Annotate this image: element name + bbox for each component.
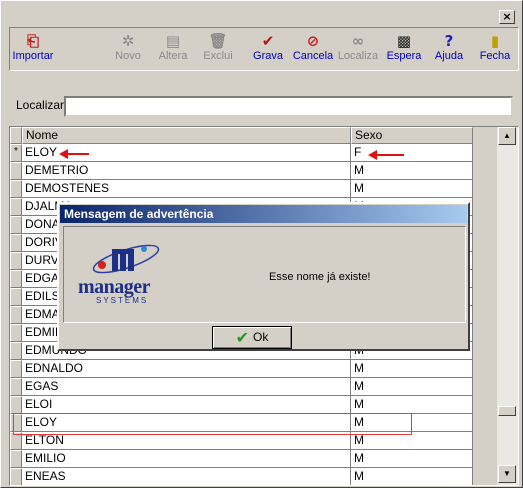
table-row[interactable]: EGAS M <box>10 378 473 396</box>
table-row[interactable]: EMILIO M <box>10 450 473 468</box>
close-window-button[interactable]: × <box>499 10 515 24</box>
column-header-sexo[interactable]: Sexo <box>351 127 473 144</box>
search-input[interactable] <box>64 96 513 117</box>
toolbar-label: Fecha <box>479 50 511 62</box>
scroll-thumb[interactable] <box>498 406 516 416</box>
cell-sexo[interactable]: M <box>351 396 473 414</box>
dialog-title: Mensagem de advertência <box>60 205 467 223</box>
dialog-panel: manager SYSTEMS Esse nome já existe! <box>63 226 466 323</box>
localiza-button[interactable]: ∞ Localiza <box>336 32 380 70</box>
table-row[interactable]: ELOI M <box>10 396 473 414</box>
toolbar-label: Cancela <box>292 50 334 62</box>
cell-nome[interactable]: EMILIO <box>22 450 351 468</box>
cell-nome[interactable]: EDNALDO <box>22 360 351 378</box>
exit-door-icon: ▮ <box>490 32 500 50</box>
exclui-button[interactable]: 🗑 Exclui <box>196 32 240 70</box>
scroll-up-icon[interactable]: ▲ <box>498 127 516 145</box>
row-indicator[interactable] <box>10 162 22 180</box>
row-indicator[interactable] <box>10 180 22 198</box>
cell-sexo[interactable]: M <box>351 360 473 378</box>
main-window: × ⎗ Importar ✲ Novo ▤ Altera 🗑 Exclui ✔ Grava ⊘ Can… <box>0 0 523 488</box>
toolbar: ⎗ Importar ✲ Novo ▤ Altera 🗑 Exclui ✔ Grava ⊘ Cance… <box>9 27 519 71</box>
table-row[interactable]: DEMETRIO M <box>10 162 473 180</box>
toolbar-label: Exclui <box>203 50 233 62</box>
cell-nome[interactable]: ELOI <box>22 396 351 414</box>
table-row[interactable]: DEMOSTENES M <box>10 180 473 198</box>
cell-nome[interactable]: EGAS <box>22 378 351 396</box>
table-row[interactable]: ENEAS M <box>10 468 473 485</box>
manager-systems-logo: manager SYSTEMS <box>78 243 168 313</box>
toolbar-label: Novo <box>115 50 141 62</box>
toolbar-label: Altera <box>158 50 188 62</box>
checkmark-icon: ✔ <box>235 328 250 348</box>
toolbar-label: Ajuda <box>434 50 464 62</box>
row-indicator[interactable] <box>10 198 22 216</box>
grava-button[interactable]: ✔ Grava <box>246 32 290 70</box>
cell-nome[interactable]: ENEAS <box>22 468 351 485</box>
help-icon: ? <box>444 32 454 50</box>
row-indicator[interactable] <box>10 288 22 306</box>
warning-dialog: Mensagem de advertência manager SYSTEMS … <box>57 202 470 351</box>
row-indicator[interactable] <box>10 468 22 485</box>
edit-icon: ▤ <box>165 32 181 50</box>
toolbar-label: Localiza <box>337 50 379 62</box>
annotation-highlight-box <box>13 413 412 435</box>
importar-button[interactable]: ⎗ Importar <box>10 32 56 70</box>
toolbar-label: Espera <box>386 50 422 62</box>
header-corner <box>10 127 22 144</box>
row-indicator[interactable] <box>10 342 22 360</box>
annotation-arrow-sexo <box>368 150 404 160</box>
ok-button-label: Ok <box>253 330 269 344</box>
dialog-message: Esse nome já existe! <box>269 271 371 283</box>
ajuda-button[interactable]: ? Ajuda <box>429 32 469 70</box>
import-icon: ⎗ <box>26 32 39 50</box>
search-label: Localizar <box>16 98 65 112</box>
cancela-button[interactable]: ⊘ Cancela <box>290 32 336 70</box>
row-indicator[interactable] <box>10 378 22 396</box>
title-bar: × <box>1 1 522 27</box>
logo-subtext: SYSTEMS <box>96 296 149 305</box>
fecha-button[interactable]: ▮ Fecha <box>473 32 517 70</box>
ok-button[interactable]: ✔ Ok <box>212 326 292 349</box>
checkmark-icon: ✔ <box>261 32 275 50</box>
espera-button[interactable]: ▩ Espera <box>382 32 426 70</box>
table-row[interactable]: EDNALDO M <box>10 360 473 378</box>
row-indicator[interactable]: * <box>10 144 22 162</box>
row-indicator[interactable] <box>10 216 22 234</box>
row-indicator[interactable] <box>10 450 22 468</box>
cell-sexo[interactable]: M <box>351 162 473 180</box>
cell-nome[interactable]: DEMETRIO <box>22 162 351 180</box>
row-indicator[interactable] <box>10 252 22 270</box>
wait-icon: ▩ <box>396 32 412 50</box>
new-icon: ✲ <box>121 32 135 50</box>
novo-button[interactable]: ✲ Novo <box>106 32 150 70</box>
toolbar-label: Importar <box>12 50 54 62</box>
altera-button[interactable]: ▤ Altera <box>151 32 195 70</box>
scroll-down-icon[interactable]: ▼ <box>498 465 516 483</box>
toolbar-label: Grava <box>253 50 283 62</box>
cell-sexo[interactable]: M <box>351 450 473 468</box>
vertical-scrollbar[interactable]: ▲ ▼ <box>497 127 518 485</box>
annotation-arrow-name <box>59 149 89 159</box>
row-indicator[interactable] <box>10 396 22 414</box>
column-header-nome[interactable]: Nome <box>22 127 351 144</box>
row-indicator[interactable] <box>10 360 22 378</box>
cell-sexo[interactable]: M <box>351 468 473 485</box>
binoculars-icon: ∞ <box>351 32 365 50</box>
logo-wordmark: manager <box>78 276 151 298</box>
cell-nome[interactable]: DEMOSTENES <box>22 180 351 198</box>
cell-sexo[interactable]: M <box>351 180 473 198</box>
cancel-icon: ⊘ <box>306 32 320 50</box>
row-indicator[interactable] <box>10 306 22 324</box>
row-indicator[interactable] <box>10 270 22 288</box>
cell-sexo[interactable]: M <box>351 378 473 396</box>
row-indicator[interactable] <box>10 234 22 252</box>
trash-icon: 🗑 <box>208 32 228 50</box>
row-indicator[interactable] <box>10 324 22 342</box>
